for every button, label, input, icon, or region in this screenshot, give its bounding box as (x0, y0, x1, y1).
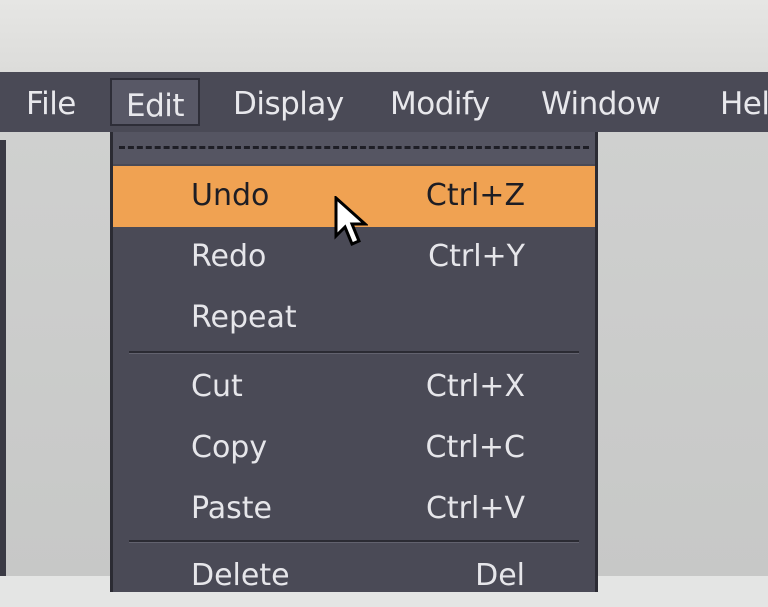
menu-item-shortcut: Ctrl+V (425, 491, 525, 526)
menu-item-label: Cut (191, 369, 243, 404)
menu-file[interactable]: File (26, 72, 76, 132)
menu-item-repeat[interactable]: Repeat (113, 288, 595, 349)
window-top-area (0, 0, 768, 72)
menu-item-shortcut: Ctrl+Z (425, 178, 525, 213)
menu-edit[interactable]: Edit (110, 78, 201, 126)
menu-item-label: Repeat (191, 300, 297, 335)
menu-item-label: Undo (191, 178, 270, 213)
menu-item-shortcut: Ctrl+Y (428, 239, 525, 274)
tear-off-handle[interactable] (113, 132, 595, 164)
menu-item-shortcut: Ctrl+C (425, 430, 525, 465)
menu-bar: File Edit Display Modify Window Help (0, 72, 768, 132)
menu-item-shortcut: Ctrl+X (425, 369, 525, 404)
menu-window[interactable]: Window (541, 72, 661, 132)
menu-separator (129, 540, 579, 543)
tear-off-dashed-line (119, 146, 589, 149)
menu-modify[interactable]: Modify (390, 72, 490, 132)
menu-item-label: Copy (191, 430, 268, 465)
menu-item-label: Paste (191, 491, 272, 526)
menu-item-cut[interactable]: Cut Ctrl+X (113, 357, 595, 418)
menu-display[interactable]: Display (233, 72, 344, 132)
panel-border (0, 140, 6, 576)
menu-help[interactable]: Help (720, 72, 768, 132)
menu-separator (129, 351, 579, 354)
menu-item-label: Redo (191, 239, 267, 274)
menu-item-delete[interactable]: Delete Del (113, 546, 595, 607)
mouse-pointer-icon (334, 196, 368, 246)
menu-item-copy[interactable]: Copy Ctrl+C (113, 418, 595, 479)
menu-item-paste[interactable]: Paste Ctrl+V (113, 479, 595, 540)
